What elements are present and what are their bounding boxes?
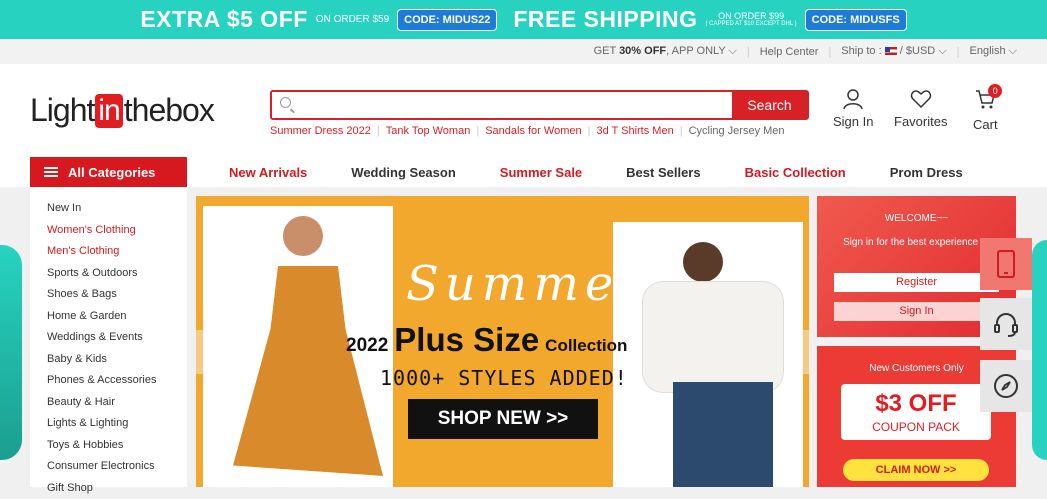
category-item[interactable]: Beauty & Hair (30, 392, 187, 414)
utility-bar: GET 30% OFF, APP ONLY ⌵ | Help Center | … (0, 39, 1047, 64)
search-input[interactable] (272, 92, 732, 118)
nav-basic-collection[interactable]: Basic Collection (745, 165, 846, 180)
explore-button[interactable] (980, 360, 1032, 412)
category-item[interactable]: Women's Clothing (30, 220, 187, 242)
category-item[interactable]: Weddings & Events (30, 327, 187, 349)
nav-wedding-season[interactable]: Wedding Season (351, 165, 456, 180)
coupon-amount: $3 OFF (841, 390, 991, 418)
help-center-link[interactable]: Help Center (760, 46, 819, 58)
category-item[interactable]: Toys & Hobbies (30, 435, 187, 457)
panel-sign-in-button[interactable]: Sign In (834, 302, 999, 321)
promo-code-2: CODE: MIDUSFS (805, 9, 907, 31)
heart-icon (910, 88, 932, 110)
promo-banner[interactable]: EXTRA $5 OFF ON ORDER $59 CODE: MIDUS22 … (0, 0, 1047, 39)
nav-summer-sale[interactable]: Summer Sale (500, 165, 582, 180)
nav-best-sellers[interactable]: Best Sellers (626, 165, 700, 180)
language-selector[interactable]: English ⌵ (970, 45, 1017, 58)
left-side-promo[interactable] (0, 245, 22, 460)
register-button[interactable]: Register (834, 273, 999, 292)
search-button[interactable]: Search (732, 92, 807, 118)
search-icon (280, 97, 291, 108)
sign-in-button[interactable]: Sign In (833, 88, 873, 129)
chevron-down-icon: ⌵ (938, 45, 946, 57)
category-item[interactable]: Shoes & Bags (30, 284, 187, 306)
cart-count-badge: 0 (988, 84, 1002, 98)
hot-search-link[interactable]: Summer Dress 2022 (270, 125, 371, 137)
site-header: Lightinthebox Search Summer Dress 2022| … (0, 64, 1047, 157)
nav-prom-dress[interactable]: Prom Dress (890, 165, 963, 180)
banner-script-text: Summer (406, 256, 648, 312)
chevron-down-icon: ⌵ (1009, 45, 1017, 57)
welcome-subtitle: Sign in for the best experience (843, 237, 1003, 248)
main-nav: All Categories New Arrivals Wedding Seas… (0, 157, 1047, 187)
coupon-pack-label: COUPON PACK (841, 420, 991, 434)
promo-free-sub: ON ORDER $99 ( CAPPED AT $10 EXCEPT DHL … (706, 11, 797, 28)
right-side-promo[interactable] (1032, 240, 1047, 460)
app-offer-link[interactable]: GET 30% OFF, APP ONLY ⌵ (594, 45, 737, 58)
hot-search-link[interactable]: Tank Top Woman (386, 125, 471, 137)
category-item[interactable]: New In (30, 198, 187, 220)
banner-headline: 2022 Plus Size Collection (346, 321, 627, 359)
coupon-card: $3 OFF COUPON PACK (841, 384, 991, 440)
user-icon (842, 88, 864, 110)
mobile-app-button[interactable] (980, 238, 1032, 290)
category-item[interactable]: Men's Clothing (30, 241, 187, 263)
promo-extra-off: EXTRA $5 OFF (140, 6, 307, 33)
mobile-phone-icon (996, 250, 1016, 278)
hot-search-link[interactable]: Sandals for Women (485, 125, 581, 137)
hero-banner[interactable]: Summer 2022 Plus Size Collection 1000+ S… (196, 196, 809, 487)
carousel-prev-arrow[interactable]: ‹ (196, 330, 220, 374)
nav-new-arrivals[interactable]: New Arrivals (229, 165, 307, 180)
hot-search-link[interactable]: 3d T Shirts Men (596, 125, 673, 137)
ship-to-selector[interactable]: Ship to : / $USD ⌵ (841, 45, 946, 58)
promo-extra-sub: ON ORDER $59 (316, 15, 389, 25)
welcome-title: WELCOME~~ (817, 213, 1016, 224)
all-categories-button[interactable]: All Categories (30, 157, 187, 187)
category-item[interactable]: Lights & Lighting (30, 413, 187, 435)
us-flag-icon (885, 47, 897, 55)
site-logo[interactable]: Lightinthebox (30, 92, 214, 129)
shop-new-button[interactable]: SHOP NEW >> (408, 399, 598, 439)
claim-now-button[interactable]: CLAIM NOW >> (843, 459, 989, 481)
hot-search-link[interactable]: Cycling Jersey Men (689, 125, 785, 137)
category-item[interactable]: Sports & Outdoors (30, 263, 187, 285)
category-sidebar: New In Women's Clothing Men's Clothing S… (30, 187, 187, 487)
promo-code-1: CODE: MIDUS22 (397, 9, 497, 31)
menu-icon (44, 167, 58, 177)
promo-free-shipping: FREE SHIPPING (513, 6, 697, 33)
hot-searches: Summer Dress 2022| Tank Top Woman| Sanda… (270, 125, 785, 137)
favorites-button[interactable]: Favorites (894, 88, 947, 129)
carousel-next-arrow[interactable]: › (785, 330, 809, 374)
category-item[interactable]: Gift Shop (30, 478, 187, 499)
category-item[interactable]: Baby & Kids (30, 349, 187, 371)
category-item[interactable]: Phones & Accessories (30, 370, 187, 392)
compass-icon (992, 372, 1020, 400)
category-item[interactable]: Consumer Electronics (30, 456, 187, 478)
headset-icon (992, 310, 1020, 338)
banner-styles-text: 1000+ STYLES ADDED! (380, 366, 628, 390)
customer-service-button[interactable] (980, 298, 1032, 350)
chevron-down-icon: ⌵ (729, 45, 737, 57)
category-item[interactable]: Home & Garden (30, 306, 187, 328)
search-bar: Search (270, 90, 809, 120)
cart-button[interactable]: 0 Cart (973, 88, 998, 132)
